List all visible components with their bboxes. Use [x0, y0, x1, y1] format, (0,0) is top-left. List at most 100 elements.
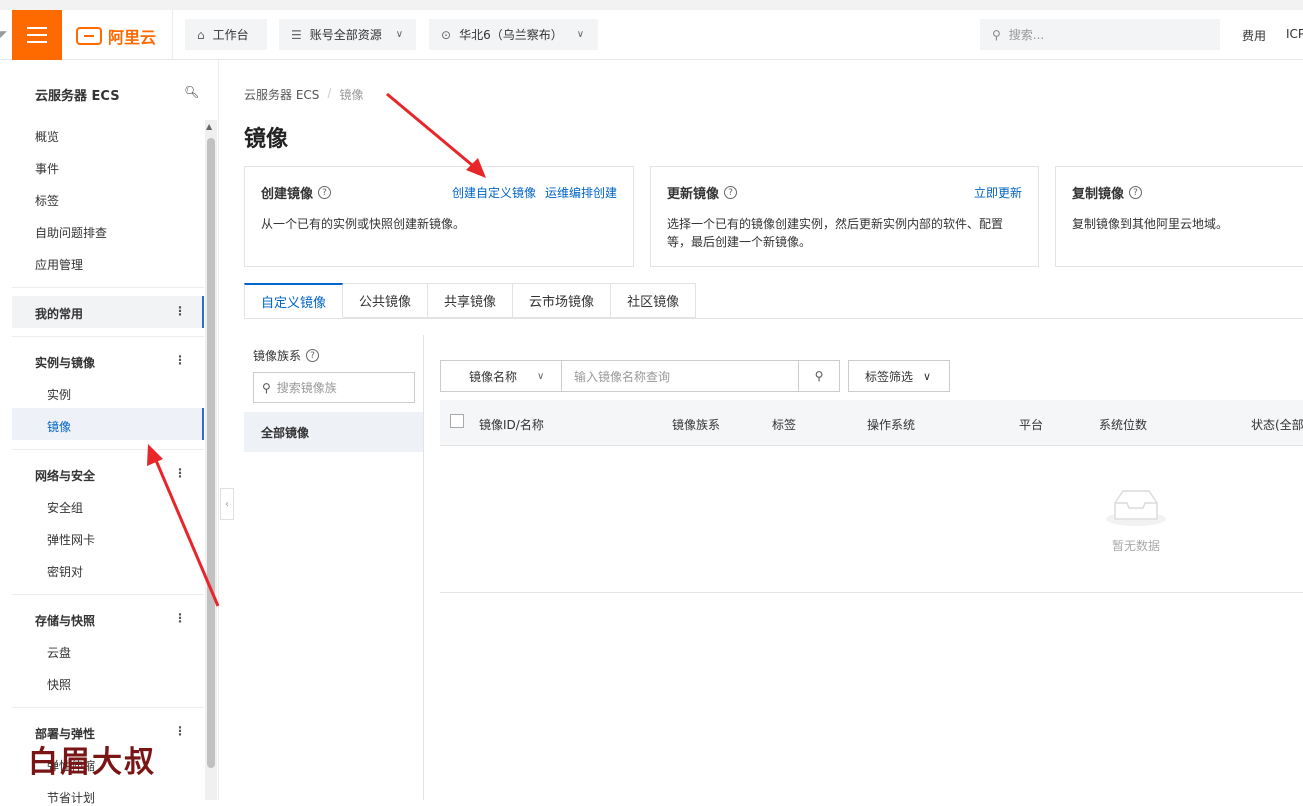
search-button[interactable]: ⚲	[798, 360, 840, 392]
divider	[218, 60, 219, 800]
card-title: 更新镜像 ?	[667, 183, 738, 202]
icp-link[interactable]: ICP	[1286, 27, 1303, 41]
more-icon[interactable]: ⋮	[174, 611, 186, 625]
card-title-text: 复制镜像	[1072, 187, 1125, 202]
divider	[12, 707, 204, 708]
fee-link[interactable]: 费用	[1242, 27, 1266, 44]
tag-filter-button[interactable]: 标签筛选 ∨	[848, 360, 950, 392]
card-description: 选择一个已有的镜像创建实例，然后更新实例内部的软件、配置 等，最后创建一个新镜像…	[667, 215, 1003, 251]
sidebar-item-app-management[interactable]: 应用管理	[35, 256, 83, 273]
tab-marketplace-images[interactable]: 云市场镜像	[513, 283, 612, 318]
help-icon[interactable]: ?	[318, 186, 332, 199]
arrow-to-create-link	[386, 92, 479, 172]
breadcrumb-root[interactable]: 云服务器 ECS	[244, 86, 319, 103]
collapse-sidebar-button[interactable]: ‹	[220, 488, 234, 520]
create-custom-image-link[interactable]: 创建自定义镜像	[452, 184, 536, 201]
sidebar-item-troubleshoot[interactable]: 自助问题排查	[35, 224, 107, 241]
card-title-text: 创建镜像	[261, 187, 314, 202]
card-description-line: 等，最后创建一个新镜像。	[667, 235, 812, 249]
sidebar-item-instances[interactable]: 实例	[47, 386, 71, 403]
global-search-input[interactable]: ⚲ 搜索...	[980, 19, 1220, 50]
help-icon[interactable]: ?	[306, 349, 320, 362]
sidebar-item-snapshots[interactable]: 快照	[47, 676, 71, 693]
scroll-up-icon: ◤	[0, 30, 7, 40]
family-search-input[interactable]: ⚲ 搜索镜像族	[253, 372, 415, 403]
region-label: 华北6（乌兰察布）	[459, 28, 563, 42]
page-title: 镜像	[244, 127, 289, 152]
sidebar-group-storage[interactable]: 存储与快照	[35, 612, 95, 629]
search-icon: ⚲	[262, 380, 271, 395]
help-icon[interactable]: ?	[724, 186, 738, 199]
menu-icon[interactable]	[12, 10, 62, 60]
copy-image-card: 复制镜像 ? 复制镜像到其他阿里云地域。	[1055, 166, 1303, 267]
card-title: 创建镜像 ?	[261, 183, 332, 202]
region-selector[interactable]: ⊙ 华北6（乌兰察布） ∨	[429, 19, 598, 50]
family-search-placeholder: 搜索镜像族	[276, 381, 337, 395]
top-bar: 阿里云 ⌂ 工作台 ☰ 账号全部资源 ∨ ⊙ 华北6（乌兰察布） ∨ ⚲ 搜索.…	[0, 0, 1303, 60]
more-icon[interactable]: ⋮	[174, 466, 186, 480]
more-icon[interactable]: ⋮	[174, 304, 186, 318]
family-title-text: 镜像族系	[253, 349, 302, 363]
select-all-checkbox[interactable]	[450, 414, 464, 428]
sidebar-item-eni[interactable]: 弹性网卡	[47, 531, 95, 548]
image-tabs: 自定义镜像 公共镜像 共享镜像 云市场镜像 社区镜像	[244, 283, 697, 319]
help-icon[interactable]: ?	[1129, 186, 1143, 199]
sidebar-item-images[interactable]: 镜像	[47, 418, 71, 435]
column-status[interactable]: 状态(全部)	[1251, 416, 1303, 433]
sidebar-scrollbar-thumb[interactable]	[207, 138, 215, 768]
filter-field-select[interactable]: 镜像名称 ∨	[440, 360, 562, 392]
sidebar-item-events[interactable]: 事件	[35, 160, 59, 177]
search-icon: ⚲	[814, 369, 824, 383]
tab-public-images[interactable]: 公共镜像	[343, 283, 429, 318]
divider	[12, 336, 204, 337]
sidebar-item-images-active[interactable]	[12, 408, 204, 440]
tab-community-images[interactable]: 社区镜像	[611, 283, 697, 318]
empty-box-icon	[1106, 490, 1166, 526]
ops-orchestration-create-link[interactable]: 运维编排创建	[545, 184, 617, 201]
brand-logo[interactable]: 阿里云	[76, 24, 156, 48]
family-item-all[interactable]: 全部镜像	[244, 412, 423, 452]
sidebar-item-disks[interactable]: 云盘	[47, 644, 71, 661]
sidebar-group-instances[interactable]: 实例与镜像	[35, 354, 95, 371]
divider	[12, 594, 204, 595]
scroll-up-icon[interactable]: ▲	[206, 122, 212, 131]
tab-custom-images[interactable]: 自定义镜像	[244, 283, 344, 318]
search-placeholder: 搜索...	[1008, 28, 1045, 42]
sidebar-item-overview[interactable]: 概览	[35, 128, 59, 145]
sidebar-group-network[interactable]: 网络与安全	[35, 467, 95, 484]
sidebar-item-security-groups[interactable]: 安全组	[47, 499, 83, 516]
search-icon: ⚲	[992, 27, 1001, 42]
update-image-card: 更新镜像 ? 立即更新 选择一个已有的镜像创建实例，然后更新实例内部的软件、配置…	[650, 166, 1039, 267]
divider	[172, 10, 173, 60]
resource-selector[interactable]: ☰ 账号全部资源 ∨	[279, 19, 416, 50]
sidebar-favorites-label: 我的常用	[35, 307, 84, 321]
column-platform[interactable]: 平台	[1019, 416, 1043, 433]
search-icon[interactable]: 🔍︎	[184, 85, 199, 99]
column-family[interactable]: 镜像族系	[672, 416, 720, 433]
chevron-left-icon: ‹	[225, 498, 229, 510]
empty-state-text: 暂无数据	[1112, 539, 1161, 553]
chevron-down-icon: ∨	[537, 370, 545, 382]
more-icon[interactable]: ⋮	[174, 353, 186, 367]
sidebar-item-tags[interactable]: 标签	[35, 192, 59, 209]
more-icon[interactable]: ⋮	[174, 724, 186, 738]
tab-shared-images[interactable]: 共享镜像	[428, 283, 514, 318]
divider	[440, 592, 1303, 593]
column-bits[interactable]: 系统位数	[1099, 416, 1147, 433]
image-name-search-input[interactable]: 输入镜像名称查询	[561, 360, 799, 392]
breadcrumb-current: 镜像	[339, 88, 364, 102]
card-title: 复制镜像 ?	[1072, 183, 1143, 202]
aliyun-logo-icon	[76, 27, 102, 45]
column-image-id[interactable]: 镜像ID/名称	[479, 416, 544, 433]
workbench-button[interactable]: ⌂ 工作台	[185, 19, 267, 50]
family-title: 镜像族系 ?	[253, 347, 320, 364]
chevron-down-icon: ∨	[395, 29, 404, 40]
image-family-panel: 镜像族系 ? ⚲ 搜索镜像族 全部镜像	[244, 335, 424, 800]
update-now-link[interactable]: 立即更新	[974, 184, 1022, 201]
resource-label: 账号全部资源	[309, 28, 382, 42]
sidebar-item-savings-plan[interactable]: 节省计划	[47, 789, 95, 806]
filter-field-label: 镜像名称	[469, 369, 518, 384]
column-tags[interactable]: 标签	[772, 416, 796, 433]
column-os[interactable]: 操作系统	[867, 416, 915, 433]
sidebar-item-keypairs[interactable]: 密钥对	[47, 563, 83, 580]
